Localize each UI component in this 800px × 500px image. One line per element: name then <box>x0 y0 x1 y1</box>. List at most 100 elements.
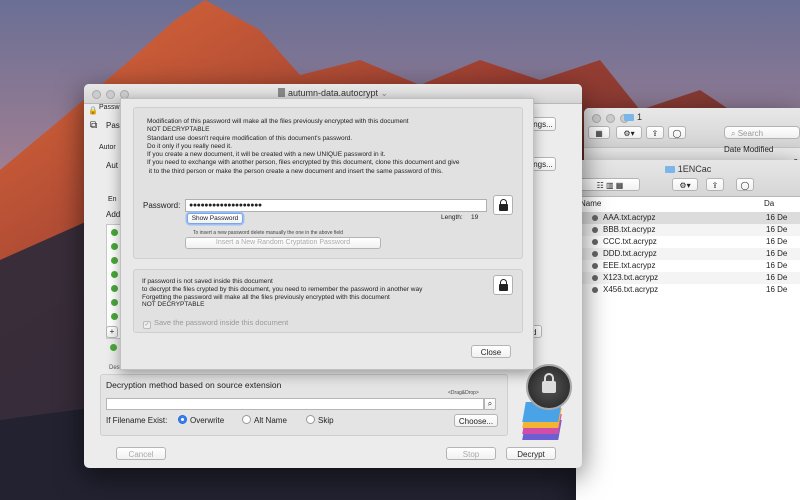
overwrite-radio[interactable]: Overwrite <box>178 415 224 425</box>
lock-icon <box>526 364 572 410</box>
password-field[interactable]: ●●●●●●●●●●●●●●●●●●● <box>185 199 487 212</box>
add-icon[interactable]: + <box>106 326 118 338</box>
file-row[interactable]: X456.txt.acrypz 16 De <box>576 284 800 296</box>
file-icon <box>592 215 598 221</box>
file-row[interactable]: BBB.txt.acrypz 16 De <box>576 224 800 236</box>
view-toggle-button[interactable]: ☷ ▥ ▦ <box>580 178 640 191</box>
status-dot <box>111 285 118 292</box>
insert-random-password-button[interactable]: Insert a New Random Cryptation Password <box>185 237 381 249</box>
stop-button[interactable]: Stop <box>446 447 496 460</box>
file-name: DDD.txt.acrypz <box>603 249 657 258</box>
column-header-date-modified[interactable]: Date Modified <box>724 145 773 154</box>
close-button[interactable]: Close <box>471 345 511 358</box>
autor-field-label: Aut <box>106 161 119 170</box>
file-name: EEE.txt.acrypz <box>603 261 656 270</box>
file-name: X456.txt.acrypz <box>603 285 659 294</box>
file-date: 16 De <box>766 261 788 270</box>
cancel-button[interactable]: Cancel <box>116 447 166 460</box>
save-password-checkbox[interactable]: ✓ Save the password inside this document <box>143 318 288 329</box>
file-date: 16 De <box>766 225 788 234</box>
file-date: 16 De <box>766 213 788 222</box>
choose-button[interactable]: Choose... <box>454 414 498 427</box>
checkbox-icon: ✓ <box>143 321 151 329</box>
finder-window-back: 1 ▦ ⚙▾ ⇪ ◯ ⌕ Search Date Modified 2 <box>584 108 800 168</box>
status-dot <box>111 299 118 306</box>
save-info-line: If password is not saved inside this doc… <box>142 278 273 285</box>
copy-icon: ⧉ <box>90 120 98 131</box>
info-line: If you create a new document, it will be… <box>147 151 386 159</box>
lock-icon <box>498 198 508 211</box>
file-icon <box>592 251 598 257</box>
password-section-label: Passw <box>99 104 120 111</box>
save-info-line: Forgetting the password will make all th… <box>142 293 390 301</box>
lock-icon <box>498 278 508 291</box>
window-title: autumn-data.autocrypt <box>287 88 378 98</box>
insert-hint: To insert a new password delete manually… <box>193 230 344 236</box>
status-dot <box>111 313 118 320</box>
status-dot <box>111 271 118 278</box>
folder-icon <box>664 166 675 173</box>
column-header-date[interactable]: Da <box>764 199 774 208</box>
password-lock-button[interactable] <box>493 195 513 215</box>
tags-button[interactable]: ◯ <box>736 178 754 191</box>
length-label: Length: <box>441 214 463 221</box>
status-dot <box>111 257 118 264</box>
tags-button[interactable]: ◯ <box>668 126 686 139</box>
password-label: Password: <box>143 201 181 210</box>
autor-section-label: Autor <box>99 144 116 151</box>
file-icon <box>592 239 598 245</box>
save-lock-button[interactable] <box>493 275 513 295</box>
chevron-down-icon: ⌄ <box>380 88 389 98</box>
save-info-line: NOT DECRYPTABLE <box>142 301 205 309</box>
status-dot <box>111 243 118 250</box>
share-button[interactable]: ⇪ <box>706 178 724 191</box>
info-line: Standard use doesn't require modificatio… <box>147 134 353 142</box>
autocrypt-app-icon <box>516 364 576 444</box>
file-date: 16 De <box>766 237 788 246</box>
finder-window-front: 1ENCac ☷ ▥ ▦ ⚙▾ ⇪ ◯ Name Da AAA.txt.acry… <box>576 160 800 500</box>
file-name: CCC.txt.acrypz <box>603 237 657 246</box>
lock-small-icon: 🔒 <box>88 106 98 115</box>
file-row[interactable]: CCC.txt.acrypz 16 De <box>576 236 800 248</box>
decrypt-button[interactable]: Decrypt <box>506 447 556 460</box>
file-icon <box>592 287 598 293</box>
window-title: 1 <box>637 112 643 122</box>
file-icon <box>592 275 598 281</box>
column-header-name[interactable]: Name <box>580 199 601 208</box>
file-row[interactable]: DDD.txt.acrypz 16 De <box>576 248 800 260</box>
file-name: AAA.txt.acrypz <box>603 213 656 222</box>
add-label: Add <box>106 210 121 219</box>
dragdrop-hint: <Drag&Drop> <box>448 390 479 396</box>
action-menu-button[interactable]: ⚙▾ <box>672 178 698 191</box>
status-dot <box>110 344 117 351</box>
search-icon[interactable]: ⌕ <box>484 398 496 410</box>
file-date: 16 De <box>766 249 788 258</box>
encrypt-section-label: En <box>108 196 117 203</box>
file-name: X123.txt.acrypz <box>603 273 659 282</box>
file-row[interactable]: X123.txt.acrypz 16 De <box>576 272 800 284</box>
status-dot <box>111 229 118 236</box>
if-exist-label: If Filename Exist: <box>106 416 168 425</box>
search-input[interactable]: ⌕ Search <box>724 126 800 139</box>
file-icon <box>592 227 598 233</box>
view-toggle-button[interactable]: ▦ <box>588 126 610 139</box>
show-password-button[interactable]: Show Password <box>187 213 243 224</box>
info-line: NOT DECRYPTABLE <box>147 126 210 134</box>
window-title: 1ENCac <box>677 164 712 174</box>
destination-path-field[interactable] <box>106 398 484 410</box>
decryption-method-label: Decryption method based on source extens… <box>106 380 282 390</box>
file-date: 16 De <box>766 273 788 282</box>
folder-icon <box>624 114 634 121</box>
file-row[interactable]: AAA.txt.acrypz 16 De <box>576 212 800 224</box>
share-button[interactable]: ⇪ <box>646 126 664 139</box>
password-field-label: Pas <box>106 121 120 130</box>
info-line: If you need to exchange with another per… <box>147 159 460 167</box>
file-icon <box>592 263 598 269</box>
action-menu-button[interactable]: ⚙▾ <box>616 126 642 139</box>
alt-name-radio[interactable]: Alt Name <box>242 415 287 425</box>
document-icon <box>277 88 285 97</box>
skip-radio[interactable]: Skip <box>306 415 334 425</box>
file-row[interactable]: EEE.txt.acrypz 16 De <box>576 260 800 272</box>
search-icon: ⌕ <box>731 129 736 138</box>
length-value: 19 <box>471 214 479 221</box>
